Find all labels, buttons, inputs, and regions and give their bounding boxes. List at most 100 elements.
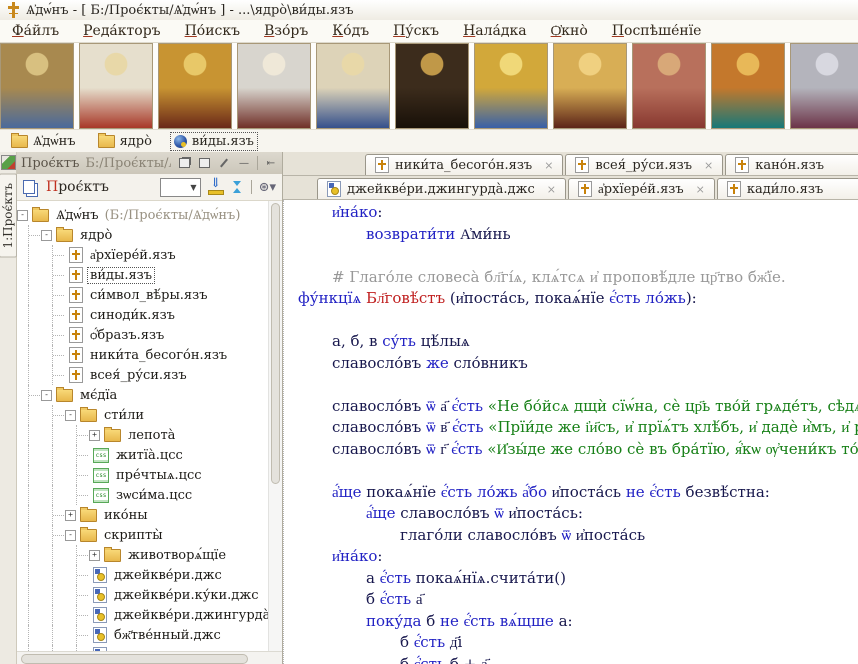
float-panel-button[interactable]: [177, 157, 191, 169]
tree-item-17[interactable]: - скрипты̀: [17, 525, 268, 545]
icon-christ-enthroned[interactable]: [711, 43, 785, 129]
folder-icon: [80, 526, 97, 542]
icon-pantocrator-book[interactable]: [553, 43, 627, 129]
code-token: славосло́въ: [332, 353, 427, 372]
tree-item-16[interactable]: + ико́ны: [17, 505, 268, 525]
tab-close-icon[interactable]: ×: [696, 183, 705, 196]
copy-icon[interactable]: [23, 180, 35, 194]
icon-virgin-blue-robe[interactable]: [316, 43, 390, 129]
side-tab-project[interactable]: 1:Проє́ктъ: [0, 174, 17, 258]
locate-file-button[interactable]: ⇓: [208, 177, 224, 195]
tab-label: ники́та_бесого́н.язъ: [395, 157, 533, 173]
tree-expander[interactable]: -: [17, 209, 28, 221]
yaz-file-icon: [726, 181, 741, 197]
code-token: є҆́сть: [452, 418, 489, 436]
code-token: а҆́бо: [522, 482, 552, 501]
hide-panel-button[interactable]: ⇤: [264, 157, 278, 169]
tree-expander[interactable]: +: [89, 549, 100, 561]
tab-close-icon[interactable]: ×: [704, 159, 713, 172]
tree-item-19[interactable]: джейкве́ри.джс: [17, 565, 268, 585]
tree-guide: [17, 565, 41, 585]
icon-pochaev-rose[interactable]: [632, 43, 706, 129]
editor-tab-2-1[interactable]: джейкве́ри.джингурда̀.джс ×: [317, 178, 567, 199]
editor-tab-row-1: ники́та_бесого́н.язъ × всея́_ру́си.язъ × кан…: [283, 152, 858, 176]
gear-settings-button[interactable]: ⊛▾: [259, 180, 276, 195]
menu-item-9[interactable]: Поспѣше́нїе: [612, 23, 702, 39]
tree-vscroll-thumb[interactable]: [271, 203, 280, 484]
yaz-file-icon: [69, 327, 83, 343]
code-token: славосло́въ: [400, 504, 495, 522]
editor-tab-1-1[interactable]: ники́та_бесого́н.язъ ×: [365, 154, 564, 175]
menu-item-3[interactable]: По́искъ: [185, 23, 240, 39]
tree-horizontal-scrollbar[interactable]: [17, 651, 282, 664]
menu-accel-letter: Н: [463, 23, 476, 39]
tree-item-13[interactable]: житїа̀.цсс: [17, 445, 268, 465]
tree-guide: [41, 565, 65, 585]
code-editor[interactable]: и҆на́ко: возврати́ти А҆ми́нь # Глаго́ле сл…: [283, 200, 858, 664]
menu-item-4[interactable]: Взо́ръ: [264, 23, 308, 39]
menu-item-7[interactable]: Нала́дка: [463, 23, 527, 39]
tree-expander[interactable]: -: [41, 389, 52, 401]
icon-christ-dark[interactable]: [395, 43, 469, 129]
editor-tab-2-3[interactable]: кади́ло.язъ: [716, 178, 858, 199]
minimize-panel-button[interactable]: —: [237, 157, 251, 169]
tree-guide: [17, 625, 41, 645]
icon-mandylion[interactable]: [79, 43, 153, 129]
code-token: и҆на́ко: [332, 203, 378, 221]
code-token: ѿ: [494, 504, 509, 522]
tree-item-5[interactable]: си́мвол_вѣ́ры.язъ: [17, 285, 268, 305]
menu-item-6[interactable]: Пу́скъ: [393, 23, 439, 39]
tree-hscroll-thumb[interactable]: [21, 654, 248, 664]
menu-item-2[interactable]: Реда́кторъ: [83, 23, 160, 39]
tree-item-15[interactable]: зѡси́ма.цсс: [17, 485, 268, 505]
icon-pantocrator-gold[interactable]: [158, 43, 232, 129]
tree-vertical-scrollbar[interactable]: [268, 201, 282, 651]
tree-item-18[interactable]: + животворѧ́щїе: [17, 545, 268, 565]
pin-panel-button[interactable]: [217, 157, 231, 169]
tree-item-4[interactable]: ви́ды.язъ: [17, 265, 268, 285]
tree-item-22[interactable]: бж҃тве́нный.джс: [17, 625, 268, 645]
code-line-10: славосло́въ ѿ а҃ є҆́сть «Не бо́йсѧ дщѝ с…: [298, 396, 858, 418]
tree-item-7[interactable]: ѻ҆́бразъ.язъ: [17, 325, 268, 345]
tree-item-14[interactable]: пре́чтыѧ.цсс: [17, 465, 268, 485]
tree-item-2[interactable]: - ядро̀: [17, 225, 268, 245]
collapse-all-button[interactable]: [231, 180, 244, 194]
tree-item-20[interactable]: джейкве́ри.ку́ки.джс: [17, 585, 268, 605]
tree-item-10[interactable]: - мє́дїа: [17, 385, 268, 405]
icon-christ-silver-riza[interactable]: [790, 43, 858, 129]
menu-item-1[interactable]: Фа́йлъ: [12, 23, 59, 39]
dock-panel-button[interactable]: [197, 157, 211, 169]
menu-item-5[interactable]: Ко́дъ: [332, 23, 369, 39]
tree-item-8[interactable]: ники́та_бесого́н.язъ: [17, 345, 268, 365]
editor-tab-2-2[interactable]: а҆рхїере́й.язъ ×: [568, 178, 715, 199]
icon-theotokos-blue-gold[interactable]: [474, 43, 548, 129]
tab-close-icon[interactable]: ×: [544, 159, 553, 172]
tree-expander[interactable]: -: [65, 409, 76, 421]
tree-item-6[interactable]: синоди́к.язъ: [17, 305, 268, 325]
tree-expander[interactable]: +: [89, 429, 100, 441]
editor-tab-1-2[interactable]: всея́_ру́си.язъ ×: [565, 154, 724, 175]
code-token: є҆́сть: [451, 396, 488, 415]
menu-item-8[interactable]: Ѻ҆кно̀: [551, 23, 588, 40]
breadcrumb-item-1[interactable]: Ѧ҆дѡ́нъ: [8, 132, 79, 150]
tree-expander[interactable]: +: [65, 509, 76, 521]
icon-holy-trinity[interactable]: [0, 43, 74, 129]
tab-close-icon[interactable]: ×: [547, 183, 556, 196]
menu-item-label: кно̀: [561, 22, 588, 39]
tree-item-label: зѡси́ма.цсс: [116, 488, 193, 503]
tree-item-11[interactable]: - сти́ли: [17, 405, 268, 425]
tree-item-3[interactable]: а҆рхїере́й.язъ: [17, 245, 268, 265]
icon-hodegetria-white[interactable]: [237, 43, 311, 129]
tree-item-9[interactable]: всея́_ру́си.язъ: [17, 365, 268, 385]
tree-item-12[interactable]: + лепота̀: [17, 425, 268, 445]
filter-combobox[interactable]: ▼: [159, 177, 201, 197]
breadcrumb-item-3[interactable]: ви́ды.язъ: [169, 131, 258, 151]
breadcrumb-item-2[interactable]: ядро̀: [95, 132, 155, 150]
tree-item-21[interactable]: джейкве́ри.джингурда̀.джс: [17, 605, 268, 625]
tree-expander[interactable]: -: [41, 229, 52, 241]
project-panel-icon[interactable]: [0, 155, 16, 170]
tree-expander[interactable]: -: [65, 529, 76, 541]
menu-item-label: о́искъ: [196, 23, 241, 39]
editor-tab-1-3[interactable]: кано́н.язъ: [725, 154, 858, 175]
tree-item-1[interactable]: - Ѧ҆дѡ́нъ (Б:/Проє́кты/Ѧ҆дѡ́нъ): [17, 205, 268, 225]
